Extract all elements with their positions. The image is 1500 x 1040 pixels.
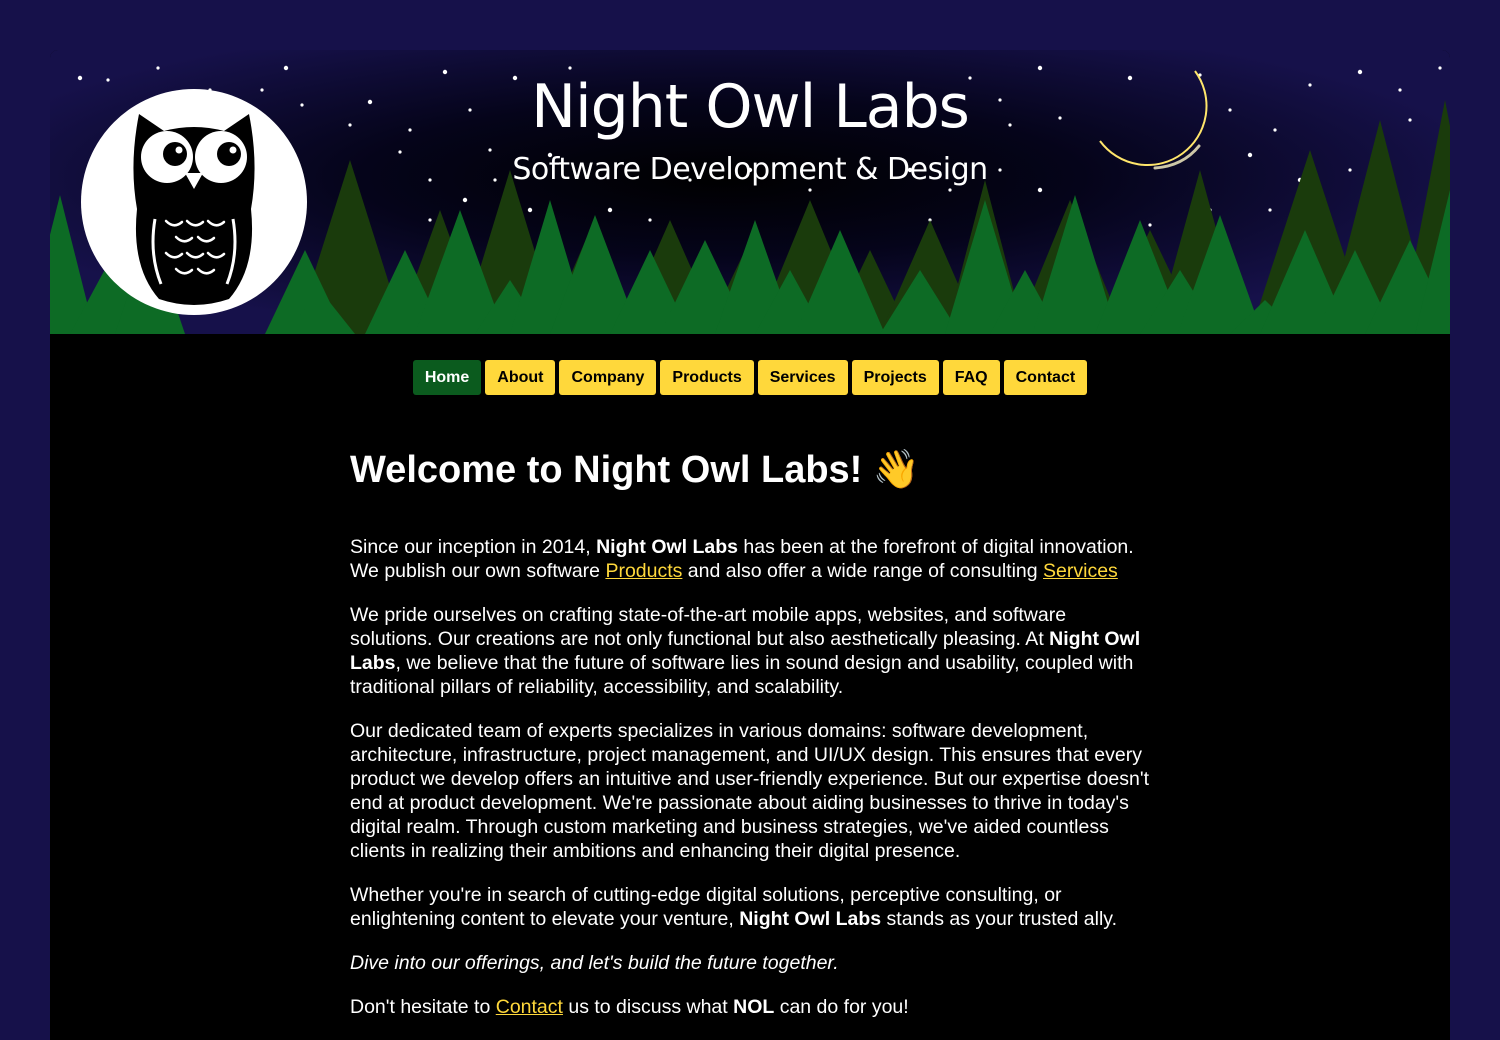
star: [1037, 65, 1043, 71]
contact-link[interactable]: Contact: [496, 996, 563, 1018]
heading-text: Welcome to Night Owl Labs!: [350, 449, 863, 491]
main-content: Welcome to Night Owl Labs! 👋 Since our i…: [350, 445, 1152, 1039]
star: [527, 207, 533, 213]
star: [1438, 66, 1442, 70]
nav-products[interactable]: Products: [660, 360, 754, 395]
star: [648, 218, 652, 222]
ally-paragraph: Whether you're in search of cutting-edge…: [350, 883, 1152, 931]
owl-logo-icon[interactable]: [81, 89, 307, 315]
nav-contact[interactable]: Contact: [1003, 360, 1088, 395]
pride-paragraph: We pride ourselves on crafting state-of-…: [350, 603, 1152, 699]
star: [283, 65, 289, 71]
page-heading: Welcome to Night Owl Labs! 👋: [350, 445, 1152, 495]
products-link[interactable]: Products: [605, 560, 682, 582]
waving-hand-icon: 👋: [872, 449, 921, 491]
star: [1348, 168, 1352, 172]
star: [1148, 223, 1152, 227]
star: [428, 218, 432, 222]
text-run: can do for you!: [774, 996, 909, 1018]
moon-icon: [1099, 70, 1208, 170]
text-run: Since our inception in 2014,: [350, 536, 597, 558]
header-banner: Night Owl Labs Software Development & De…: [50, 50, 1450, 334]
star: [607, 207, 613, 213]
nav-faq[interactable]: FAQ: [942, 360, 1000, 395]
page-container: Night Owl Labs Software Development & De…: [50, 50, 1450, 1040]
services-link[interactable]: Services: [1043, 560, 1118, 582]
contact-paragraph: Don't hesitate to Contact us to discuss …: [350, 995, 1152, 1019]
brand-abbrev: NOL: [733, 996, 775, 1018]
tagline-text: Dive into our offerings, and let's build…: [350, 952, 839, 974]
star: [156, 66, 160, 70]
star: [1228, 108, 1232, 112]
star: [106, 78, 110, 82]
text-run: us to discuss what: [562, 996, 734, 1018]
star: [1268, 208, 1272, 212]
star: [1357, 69, 1363, 75]
nav-services[interactable]: Services: [757, 360, 848, 395]
text-run: and also offer a wide range of consultin…: [682, 560, 1044, 582]
star: [462, 197, 468, 203]
text-run: stands as your trusted ally.: [881, 908, 1118, 930]
main-nav: Home About Company Products Services Pro…: [50, 360, 1450, 395]
star: [77, 75, 83, 81]
brand-name: Night Owl Labs: [739, 908, 882, 930]
text-run: We pride ourselves on crafting state-of-…: [350, 604, 1067, 650]
star: [1308, 83, 1312, 87]
intro-paragraph: Since our inception in 2014, Night Owl L…: [350, 535, 1152, 583]
star: [1408, 118, 1412, 122]
text-run: , we believe that the future of software…: [350, 652, 1134, 698]
brand-name: Night Owl Labs: [596, 536, 739, 558]
tagline-paragraph: Dive into our offerings, and let's build…: [350, 951, 1152, 975]
star: [948, 188, 952, 192]
star: [1247, 152, 1253, 158]
star: [568, 66, 572, 70]
star: [1037, 187, 1043, 193]
nav-about[interactable]: About: [485, 360, 556, 395]
star: [808, 188, 812, 192]
team-paragraph: Our dedicated team of experts specialize…: [350, 720, 1149, 862]
text-run: Don't hesitate to: [350, 996, 496, 1018]
site-title: Night Owl Labs: [531, 72, 970, 142]
nav-company[interactable]: Company: [559, 360, 657, 395]
star: [1273, 128, 1277, 132]
site-subtitle: Software Development & Design: [512, 152, 988, 187]
nav-projects[interactable]: Projects: [851, 360, 939, 395]
nav-home[interactable]: Home: [412, 360, 482, 395]
star: [1398, 88, 1402, 92]
